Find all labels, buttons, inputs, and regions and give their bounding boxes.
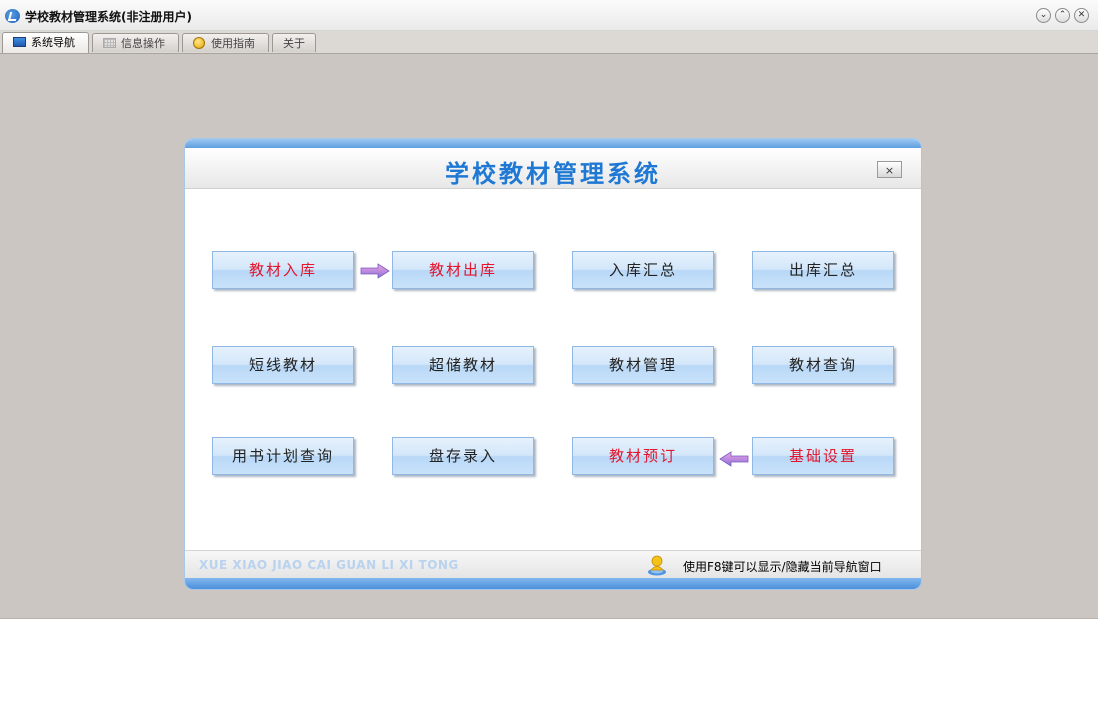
close-window-button[interactable]: ✕ xyxy=(1074,8,1089,23)
footer-hint-text: 使用F8键可以显示/隐藏当前导航窗口 xyxy=(683,560,882,574)
app-logo-icon xyxy=(5,9,20,23)
textbook-order-button[interactable]: 教材预订 xyxy=(572,437,714,475)
tab-about[interactable]: 关于 xyxy=(272,33,316,52)
tab-label: 系统导航 xyxy=(31,36,75,49)
panel-footer: XUE XIAO JIAO CAI GUAN LI XI TONG 使用F8键可… xyxy=(185,550,921,579)
overstock-textbooks-button[interactable]: 超储教材 xyxy=(392,346,534,384)
tab-label: 关于 xyxy=(283,37,305,50)
stock-in-button[interactable]: 教材入库 xyxy=(212,251,354,289)
smiley-icon xyxy=(193,37,205,49)
tab-label: 信息操作 xyxy=(121,37,165,50)
tab-label: 使用指南 xyxy=(211,37,255,50)
tab-user-guide[interactable]: 使用指南 xyxy=(182,33,269,52)
expand-button[interactable]: ⌃ xyxy=(1055,8,1070,23)
arrow-right-icon xyxy=(360,263,390,279)
monitor-icon xyxy=(13,37,26,47)
basic-settings-button[interactable]: 基础设置 xyxy=(752,437,894,475)
grid-icon xyxy=(103,38,116,48)
navigation-panel: 学校教材管理系统 × 教材入库 教材出库 入库汇总 出库汇总 短线教材 超储教材… xyxy=(185,139,921,589)
book-plan-query-button[interactable]: 用书计划查询 xyxy=(212,437,354,475)
stock-out-button[interactable]: 教材出库 xyxy=(392,251,534,289)
textbook-management-button[interactable]: 教材管理 xyxy=(572,346,714,384)
panel-title: 学校教材管理系统 xyxy=(445,160,661,188)
textbook-query-button[interactable]: 教材查询 xyxy=(752,346,894,384)
panel-top-border xyxy=(185,139,921,148)
app-window: 学校教材管理系统(非注册用户) ⌄ ⌃ ✕ 系统导航 信息操作 使用指南 关于 … xyxy=(0,0,1098,619)
tab-system-nav[interactable]: 系统导航 xyxy=(2,32,89,53)
inventory-entry-button[interactable]: 盘存录入 xyxy=(392,437,534,475)
stock-out-summary-button[interactable]: 出库汇总 xyxy=(752,251,894,289)
title-bar[interactable]: 学校教材管理系统(非注册用户) ⌄ ⌃ ✕ xyxy=(0,0,1098,31)
shortage-textbooks-button[interactable]: 短线教材 xyxy=(212,346,354,384)
user-icon xyxy=(648,555,666,576)
window-title: 学校教材管理系统(非注册用户) xyxy=(25,10,192,24)
footer-pinyin-text: XUE XIAO JIAO CAI GUAN LI XI TONG xyxy=(199,558,459,572)
panel-bottom-border xyxy=(185,578,921,589)
panel-close-button[interactable]: × xyxy=(877,161,902,178)
panel-header: 学校教材管理系统 × xyxy=(185,148,921,189)
stock-in-summary-button[interactable]: 入库汇总 xyxy=(572,251,714,289)
tab-info-ops[interactable]: 信息操作 xyxy=(92,33,179,52)
arrow-left-icon xyxy=(719,451,749,467)
collapse-button[interactable]: ⌄ xyxy=(1036,8,1051,23)
tab-bar: 系统导航 信息操作 使用指南 关于 xyxy=(0,31,1098,54)
